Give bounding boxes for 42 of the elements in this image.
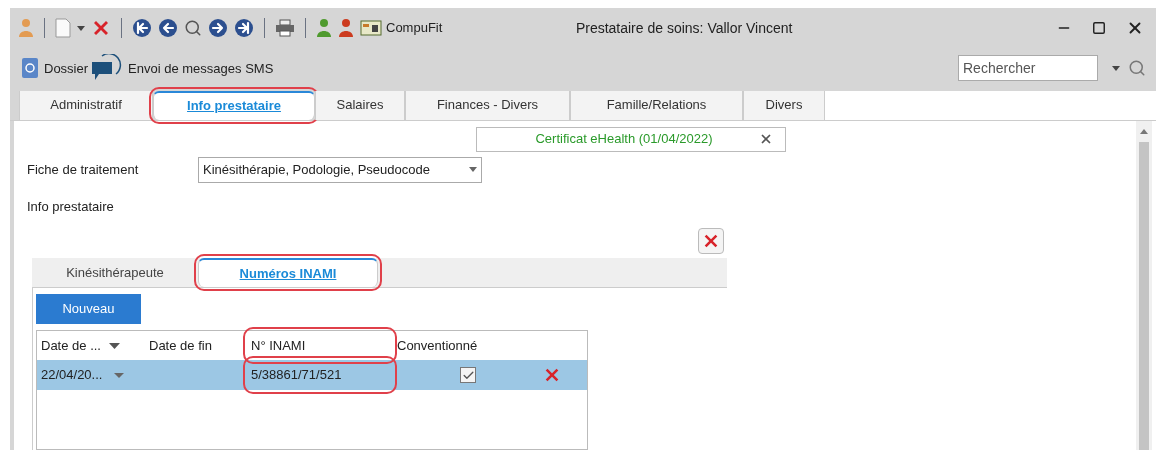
scroll-up-icon[interactable] (1140, 128, 1148, 134)
window-title: Prestataire de soins: Vallor Vincent (575, 18, 793, 38)
printer-icon[interactable] (275, 19, 295, 38)
close-icon[interactable] (759, 132, 773, 146)
checkbox[interactable] (460, 367, 476, 383)
column-header[interactable]: Date de fin (145, 331, 247, 360)
search-icon[interactable] (1128, 59, 1146, 78)
section-label: Info prestataire (27, 198, 114, 214)
table-cell-text: 22/04/20... (41, 366, 103, 385)
filter-icon[interactable] (109, 342, 120, 349)
column-header[interactable]: Conventionné (393, 331, 513, 360)
sms-button[interactable]: Envoi de messages SMS (90, 54, 274, 83)
field-label: Fiche de traitement (27, 160, 140, 179)
caret-icon[interactable] (77, 25, 85, 31)
folder-icon (20, 56, 40, 81)
toolbar-label[interactable]: CompuFit (386, 18, 443, 38)
new-button[interactable]: Nouveau (36, 294, 141, 324)
first-icon[interactable] (132, 18, 152, 39)
person-icon[interactable] (338, 18, 354, 39)
card-icon[interactable] (360, 20, 382, 37)
table-cell-text: 5/38861/71/521 (251, 366, 342, 385)
maximize-icon[interactable] (1092, 21, 1106, 36)
caret-icon (469, 167, 477, 172)
tab[interactable]: Finances - Divers (405, 90, 570, 120)
tab[interactable]: Kinésithérapeute (32, 258, 198, 287)
tab[interactable]: Famille/Relations (570, 90, 743, 120)
caret-icon[interactable] (1112, 65, 1120, 71)
search-field[interactable]: Rechercher (958, 55, 1098, 82)
last-icon[interactable] (234, 18, 254, 39)
column-header[interactable]: Date de ... (37, 331, 145, 360)
folder-button[interactable]: Dossier (20, 56, 89, 81)
tab[interactable]: Administratif (19, 90, 153, 120)
scrollbar[interactable] (1136, 120, 1152, 450)
tab[interactable]: Divers (743, 90, 825, 120)
back-icon[interactable] (158, 18, 178, 39)
treatment-dropdown[interactable]: Kinésithérapie, Podologie, Pseudocode (198, 156, 482, 183)
search-icon[interactable] (184, 19, 202, 38)
delete-icon[interactable] (543, 366, 561, 384)
tab[interactable]: Salaires (315, 90, 405, 120)
forward-icon[interactable] (208, 18, 228, 39)
certificate-text: Certificat eHealth (01/04/2022) (534, 130, 714, 149)
caret-icon[interactable] (114, 372, 125, 378)
